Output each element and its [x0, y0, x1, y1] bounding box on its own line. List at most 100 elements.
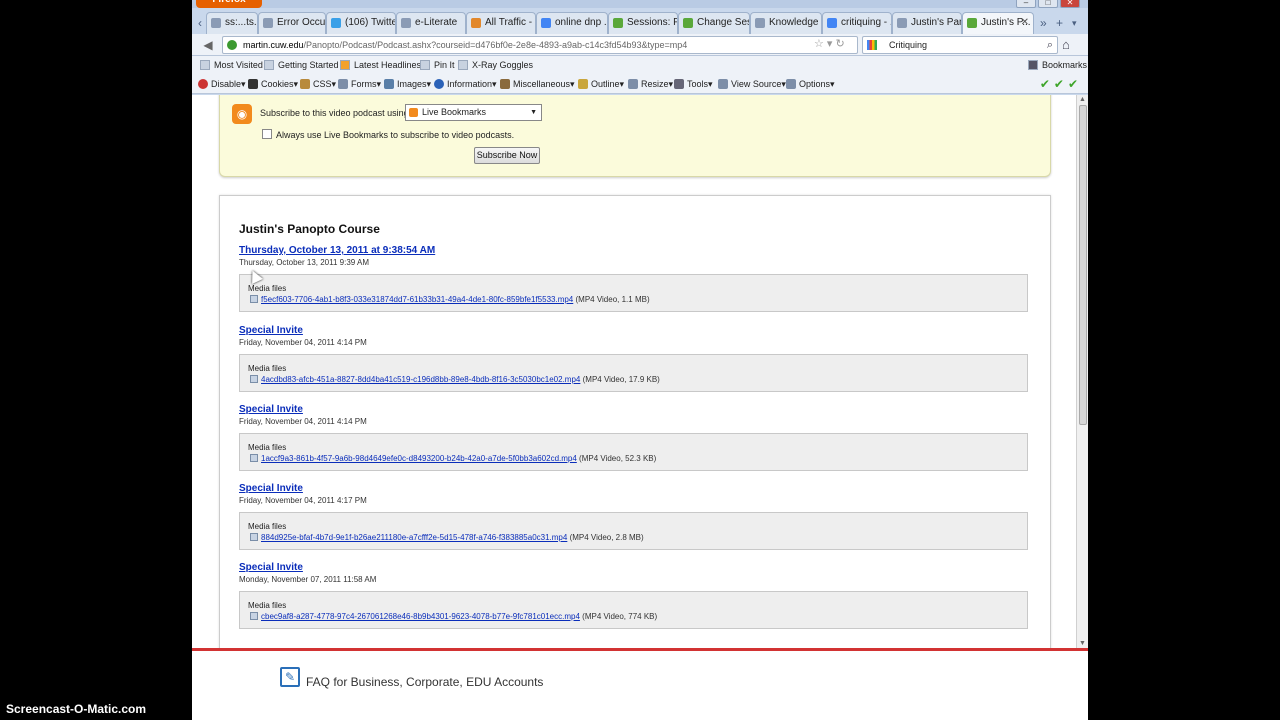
tab[interactable]: ss:...ts.cfm — [206, 12, 258, 34]
scrollbar-thumb[interactable] — [1079, 105, 1087, 425]
folder-icon — [200, 60, 210, 70]
always-use-label: Always use Live Bookmarks to subscribe t… — [276, 130, 515, 140]
back-icon[interactable]: ◀ — [200, 37, 216, 53]
media-file-link[interactable]: 884d925e-bfaf-4b7d-9e1f-b26ae211180e-a7c… — [261, 533, 567, 542]
media-file: 884d925e-bfaf-4b7d-9e1f-b26ae211180e-a7c… — [250, 533, 644, 542]
maximize-icon[interactable]: □ — [1038, 0, 1058, 8]
podcast-entry: Special Invite Friday, November 04, 2011… — [239, 325, 1029, 392]
wd-outline[interactable]: Outline▾ — [578, 79, 624, 90]
wd-css[interactable]: CSS▾ — [300, 79, 336, 90]
home-icon[interactable]: ⌂ — [1062, 37, 1070, 52]
entry-date: Friday, November 04, 2011 4:14 PM — [239, 338, 367, 347]
tab-active[interactable]: Justin's P... ✕ — [962, 12, 1034, 34]
tab[interactable]: Sessions: Pa... — [608, 12, 678, 34]
video-file-icon — [250, 295, 258, 303]
pencil-icon — [300, 79, 310, 89]
wd-cookies[interactable]: Cookies▾ — [248, 79, 298, 90]
subscribe-now-button[interactable]: Subscribe Now — [474, 147, 540, 164]
options-icon — [786, 79, 796, 89]
media-file-info: (MP4 Video, 17.9 KB) — [582, 375, 660, 384]
entry-title-link[interactable]: Special Invite — [239, 483, 1029, 494]
wd-forms[interactable]: Forms▾ — [338, 79, 381, 90]
video-file-icon — [250, 533, 258, 541]
entry-title-link[interactable]: Special Invite — [239, 562, 1029, 573]
minimize-icon[interactable]: – — [1016, 0, 1036, 8]
tab[interactable]: All Traffic - ... — [466, 12, 536, 34]
subscribe-panel: ◉ Subscribe to this video podcast using … — [219, 95, 1051, 177]
chevron-down-icon: ▼ — [530, 109, 537, 116]
url-bar[interactable]: martin.cuw.edu/Panopto/Podcast/Podcast.a… — [222, 36, 858, 54]
entry-title-link[interactable]: Special Invite — [239, 404, 1029, 415]
tab-scroll-left-icon[interactable]: ‹ — [198, 16, 202, 30]
always-use-checkbox[interactable] — [262, 129, 272, 139]
close-tab-icon[interactable]: ✕ — [1021, 13, 1029, 33]
video-file-icon — [250, 612, 258, 620]
bookmark-item[interactable]: Most Visited — [200, 60, 263, 70]
tab-scroll-right-icon[interactable]: » — [1040, 16, 1047, 30]
wd-view-source[interactable]: View Source▾ — [718, 79, 786, 90]
screencast-watermark: Screencast-O-Matic.com — [6, 702, 147, 716]
tab-list-icon[interactable]: ▾ — [1072, 18, 1077, 29]
subscribe-method-select[interactable]: Live Bookmarks ▼ — [405, 104, 542, 121]
tab[interactable]: Justin's Pan... — [892, 12, 962, 34]
media-file-link[interactable]: 1accf9a3-861b-4f57-9a6b-98d4649efe0c-d84… — [261, 454, 577, 463]
entry-title-link[interactable]: Special Invite — [239, 325, 1029, 336]
images-icon — [384, 79, 394, 89]
page-icon — [263, 18, 273, 28]
search-input[interactable]: Critiquing ⌕ — [862, 36, 1058, 54]
page-icon — [211, 18, 221, 28]
media-file-link[interactable]: 4acdbd83-afcb-451a-8827-8dd4ba41c519-c19… — [261, 375, 580, 384]
page-icon — [264, 60, 274, 70]
bookmarks-menu[interactable]: Bookmarks — [1028, 60, 1087, 70]
google-icon — [541, 18, 551, 28]
wd-tools[interactable]: Tools▾ — [674, 79, 713, 90]
live-bookmarks-icon — [409, 108, 418, 117]
tab[interactable]: Change Ses... — [678, 12, 750, 34]
wd-miscellaneous[interactable]: Miscellaneous▾ — [500, 79, 575, 90]
wd-resize[interactable]: Resize▾ — [628, 79, 673, 90]
close-window-icon[interactable]: ✕ — [1060, 0, 1080, 8]
bookmark-item[interactable]: Getting Started — [264, 60, 339, 70]
media-file: 1accf9a3-861b-4f57-9a6b-98d4649efe0c-d84… — [250, 454, 656, 463]
bookmark-star-icon[interactable]: ☆ ▾ ↻ — [814, 37, 845, 50]
wd-images[interactable]: Images▾ — [384, 79, 431, 90]
page-icon — [897, 18, 907, 28]
media-files-box: Media files cbec9af8-a287-4778-97c4-2670… — [239, 591, 1028, 629]
podcast-entry: Special Invite Friday, November 04, 2011… — [239, 404, 1029, 471]
tab[interactable]: Error Occurr... — [258, 12, 326, 34]
media-files-label: Media files — [248, 522, 287, 531]
search-icon[interactable]: ⌕ — [1047, 37, 1053, 53]
media-file-info: (MP4 Video, 2.8 MB) — [569, 533, 644, 542]
cookies-icon — [248, 79, 258, 89]
scroll-down-icon[interactable]: ▼ — [1079, 640, 1086, 647]
new-tab-icon[interactable]: + — [1056, 16, 1063, 30]
wd-options[interactable]: Options▾ — [786, 79, 835, 90]
tab[interactable]: e-Literate — [396, 12, 466, 34]
podcast-entry: Special Invite Monday, November 07, 2011… — [239, 562, 1029, 629]
forms-icon — [338, 79, 348, 89]
firefox-menu-button[interactable]: Firefox — [196, 0, 262, 8]
media-files-label: Media files — [248, 284, 287, 293]
media-file-link[interactable]: f5ecf603-7706-4ab1-b8f3-033e31874dd7-61b… — [261, 295, 573, 304]
twitter-icon — [331, 18, 341, 28]
bookmark-item[interactable]: Pin It — [420, 60, 455, 70]
entry-date: Thursday, October 13, 2011 9:39 AM — [239, 258, 369, 267]
media-file-link[interactable]: cbec9af8-a287-4778-97c4-267061268e46-8b9… — [261, 612, 580, 621]
google-icon — [827, 18, 837, 28]
wd-disable[interactable]: Disable▾ — [198, 79, 246, 90]
faq-link[interactable]: FAQ for Business, Corporate, EDU Account… — [306, 675, 543, 689]
rss-icon — [340, 60, 350, 70]
entry-title-link[interactable]: Thursday, October 13, 2011 at 9:38:54 AM — [239, 245, 1029, 256]
media-file: f5ecf603-7706-4ab1-b8f3-033e31874dd7-61b… — [250, 295, 650, 304]
wd-information[interactable]: Information▾ — [434, 79, 497, 90]
vertical-scrollbar[interactable]: ▲ ▼ — [1076, 95, 1088, 648]
bookmark-item[interactable]: X-Ray Goggles — [458, 60, 533, 70]
scroll-up-icon[interactable]: ▲ — [1079, 96, 1086, 103]
briefcase-icon — [500, 79, 510, 89]
tab[interactable]: Knowledge ... — [750, 12, 822, 34]
bookmark-item[interactable]: Latest Headlines — [340, 60, 421, 70]
tab[interactable]: (106) Twitte... — [326, 12, 396, 34]
course-panel: Justin's Panopto Course Thursday, Octobe… — [219, 195, 1051, 648]
tab[interactable]: critiquing - ... — [822, 12, 892, 34]
tab[interactable]: online dnp ... — [536, 12, 608, 34]
